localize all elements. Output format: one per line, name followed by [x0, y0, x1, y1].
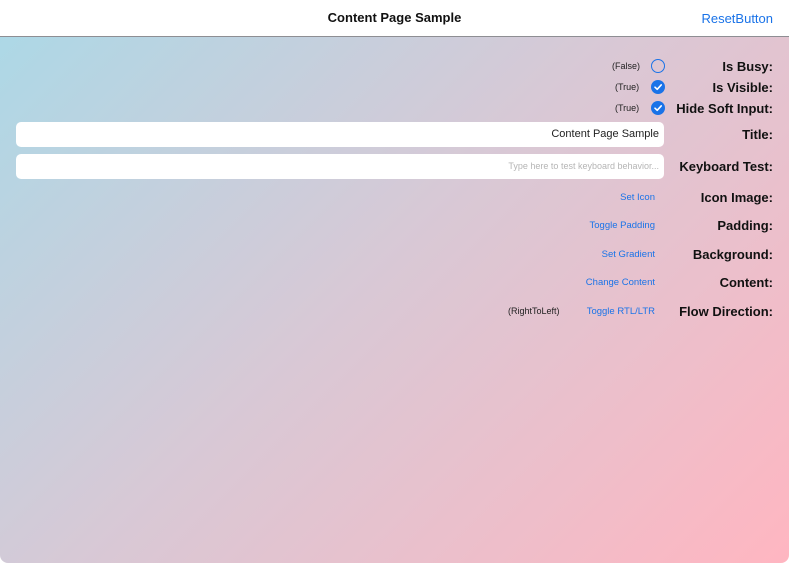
is-busy-value: (False) [612, 61, 641, 71]
hide-soft-input-label: Hide Soft Input: [676, 101, 773, 116]
title-field[interactable] [16, 122, 664, 147]
is-visible-checkbox[interactable] [651, 80, 665, 94]
checkmark-icon [654, 105, 662, 112]
navigation-bar: Content Page Sample ResetButton [0, 0, 789, 37]
page-title: Content Page Sample [327, 10, 462, 25]
hide-soft-input-value: (True) [615, 103, 640, 113]
content-label: Content: [719, 275, 773, 290]
checkmark-icon [654, 84, 662, 91]
toggle-padding-button[interactable]: Toggle Padding [590, 220, 656, 231]
content-area: (False) Is Busy: (True) Is Visible: (Tru… [0, 37, 789, 563]
keyboard-test-label: Keyboard Test: [679, 159, 773, 174]
is-busy-label: Is Busy: [722, 59, 773, 74]
hide-soft-input-checkbox[interactable] [651, 101, 665, 115]
set-icon-button[interactable]: Set Icon [620, 192, 655, 203]
title-label: Title: [742, 127, 773, 142]
flow-direction-label: Flow Direction: [679, 304, 773, 319]
icon-image-label: Icon Image: [700, 190, 773, 205]
toggle-rtl-ltr-button[interactable]: Toggle RTL/LTR [587, 306, 655, 317]
flow-direction-value: (RightToLeft) [508, 306, 560, 316]
change-content-button[interactable]: Change Content [586, 277, 655, 288]
set-gradient-button[interactable]: Set Gradient [602, 249, 655, 260]
padding-label: Padding: [717, 218, 773, 233]
is-busy-checkbox[interactable] [651, 59, 665, 73]
background-label: Background: [692, 247, 773, 262]
is-visible-label: Is Visible: [712, 80, 773, 95]
keyboard-test-input[interactable] [16, 154, 664, 179]
reset-button[interactable]: ResetButton [701, 11, 773, 26]
is-visible-value: (True) [615, 82, 640, 92]
